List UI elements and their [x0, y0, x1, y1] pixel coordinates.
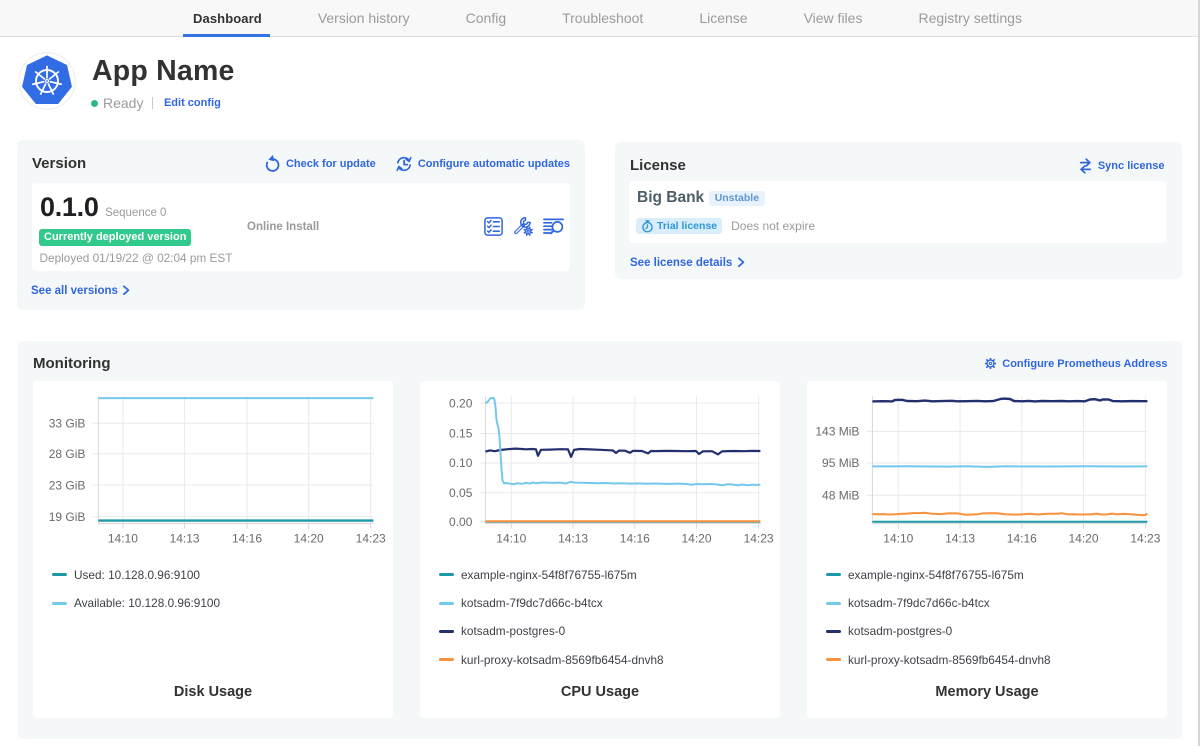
svg-text:0.00: 0.00	[449, 515, 473, 529]
svg-text:0.05: 0.05	[449, 486, 473, 500]
svg-text:23 GiB: 23 GiB	[49, 478, 86, 492]
svg-text:14:23: 14:23	[1130, 531, 1160, 545]
svg-text:0.10: 0.10	[449, 456, 473, 470]
svg-text:95 MiB: 95 MiB	[822, 456, 859, 470]
svg-text:14:16: 14:16	[232, 531, 262, 545]
svg-text:14:20: 14:20	[294, 531, 324, 545]
svg-text:14:16: 14:16	[620, 531, 650, 545]
svg-text:14:13: 14:13	[558, 531, 588, 545]
svg-text:14:10: 14:10	[883, 531, 913, 545]
svg-text:143 MiB: 143 MiB	[815, 424, 859, 438]
svg-text:14:20: 14:20	[681, 531, 711, 545]
svg-text:28 GiB: 28 GiB	[49, 447, 86, 461]
svg-text:14:10: 14:10	[108, 531, 138, 545]
svg-text:48 MiB: 48 MiB	[822, 488, 859, 502]
svg-text:14:23: 14:23	[356, 531, 386, 545]
svg-text:33 GiB: 33 GiB	[49, 416, 86, 430]
svg-text:0.15: 0.15	[449, 426, 473, 440]
svg-text:14:10: 14:10	[496, 531, 526, 545]
svg-text:14:23: 14:23	[744, 531, 774, 545]
svg-text:19 GiB: 19 GiB	[49, 510, 86, 524]
svg-text:0.20: 0.20	[449, 396, 473, 410]
svg-text:14:16: 14:16	[1007, 531, 1037, 545]
svg-text:14:13: 14:13	[170, 531, 200, 545]
svg-text:14:20: 14:20	[1068, 531, 1098, 545]
svg-text:14:13: 14:13	[945, 531, 975, 545]
